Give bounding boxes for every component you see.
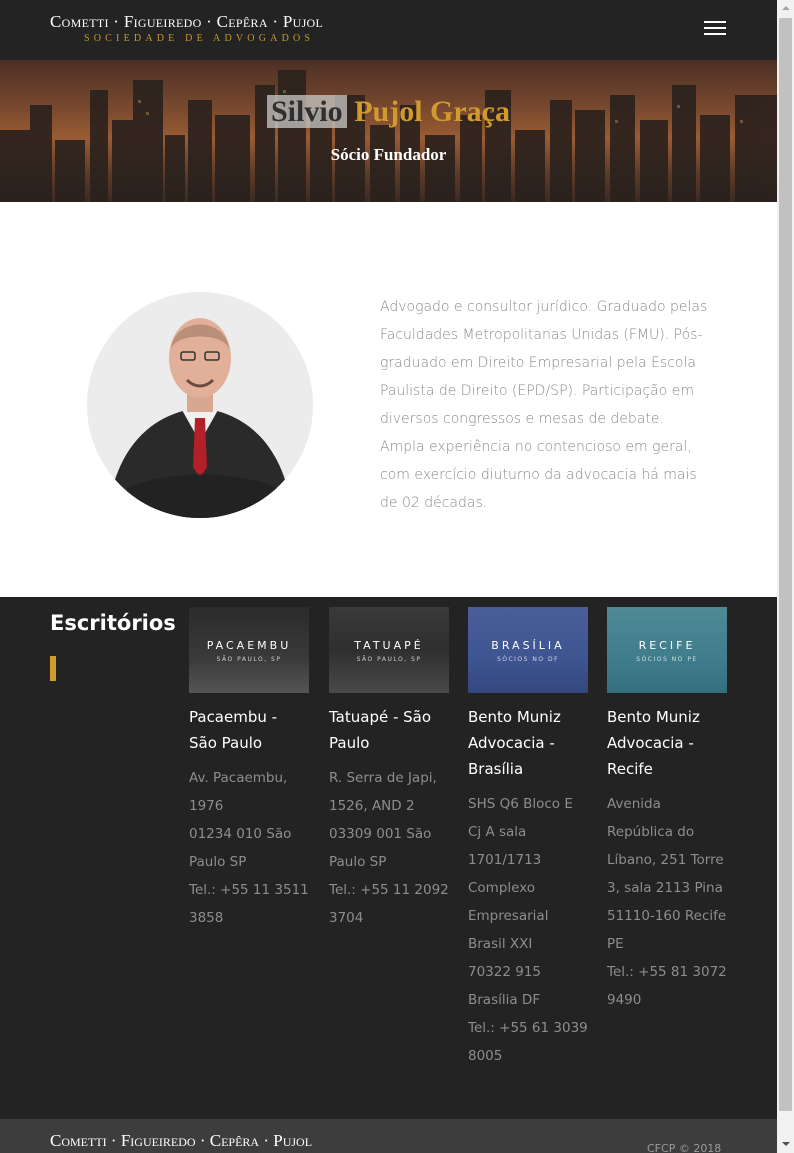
footer-logo[interactable]: Cometti · Figueiredo · Cepêra · Pujol — [50, 1131, 312, 1151]
office-thumbnail[interactable]: PACAEMBU SÃO PAULO, SP — [189, 607, 309, 693]
menu-bar — [704, 33, 726, 35]
footer: Cometti · Figueiredo · Cepêra · Pujol CF… — [0, 1119, 777, 1153]
logo-tagline: Sociedade de Advogados — [84, 33, 315, 44]
profile-first-name: Silvio — [266, 95, 347, 128]
thumbnail-subtitle: SÃO PAULO, SP — [356, 656, 422, 663]
office-card: TATUAPÉ SÃO PAULO, SP Tatuapé - São Paul… — [329, 607, 449, 932]
profile-section: Advogado e consultor jurídico. Graduado … — [0, 202, 777, 597]
profile-last-name: Pujol Graça — [354, 95, 510, 128]
offices-section: Escritórios PACAEMBU SÃO PAULO, SP Pacae… — [0, 597, 777, 1119]
profile-photo — [87, 292, 313, 518]
office-thumbnail[interactable]: BRASÍLIA SÓCIOS NO DF — [468, 607, 588, 693]
thumbnail-subtitle: SÓCIOS NO DF — [496, 656, 560, 663]
office-address: Avenida República do Líbano, 251 Torre 3… — [607, 796, 727, 1008]
office-thumbnail[interactable]: RECIFE SÓCIOS NO PE — [607, 607, 727, 693]
office-address: SHS Q6 Bloco E Cj A sala 1701/1713 Compl… — [468, 796, 588, 1064]
office-card: BRASÍLIA SÓCIOS NO DF Bento Muniz Advoca… — [468, 607, 588, 1070]
page: Cometti · Figueiredo · Cepêra · Pujol So… — [0, 0, 777, 1153]
scroll-down-arrow-icon[interactable] — [777, 1136, 794, 1153]
thumbnail-city: PACAEMBU — [206, 639, 292, 652]
scrollbar-thumb[interactable] — [779, 18, 792, 1111]
city-skyline-image — [0, 70, 777, 202]
office-name[interactable]: Tatuapé - São Paulo — [329, 704, 449, 756]
site-logo[interactable]: Cometti · Figueiredo · Cepêra · Pujol So… — [50, 12, 323, 44]
office-address: Av. Pacaembu, 1976 01234 010 São Paulo S… — [189, 770, 309, 926]
office-name[interactable]: Bento Muniz Advocacia - Recife — [607, 704, 727, 782]
thumbnail-subtitle: SÓCIOS NO PE — [636, 656, 698, 663]
offices-heading: Escritórios — [50, 611, 176, 635]
top-navbar: Cometti · Figueiredo · Cepêra · Pujol So… — [0, 0, 777, 60]
menu-bar — [704, 21, 726, 23]
profile-bio: Advogado e consultor jurídico. Graduado … — [380, 299, 708, 511]
profile-role: Sócio Fundador — [330, 145, 447, 164]
footer-copyright: CFCP © 2018 — [647, 1142, 722, 1153]
hamburger-menu-icon[interactable] — [700, 17, 730, 41]
thumbnail-city: TATUAPÉ — [354, 639, 424, 652]
office-name[interactable]: Pacaembu - São Paulo — [189, 704, 309, 756]
profile-name: Silvio Pujol Graça — [0, 95, 777, 129]
thumbnail-city: RECIFE — [638, 639, 696, 652]
vertical-scrollbar[interactable] — [777, 0, 794, 1153]
office-card: RECIFE SÓCIOS NO PE Bento Muniz Advocaci… — [607, 607, 727, 1014]
menu-bar — [704, 27, 726, 29]
office-name[interactable]: Bento Muniz Advocacia - Brasília — [468, 704, 588, 782]
thumbnail-city: BRASÍLIA — [491, 639, 565, 652]
hero-banner: Silvio Pujol Graça Sócio Fundador — [0, 60, 777, 202]
scroll-up-arrow-icon[interactable] — [777, 0, 794, 17]
office-thumbnail[interactable]: TATUAPÉ SÃO PAULO, SP — [329, 607, 449, 693]
office-card: PACAEMBU SÃO PAULO, SP Pacaembu - São Pa… — [189, 607, 309, 932]
thumbnail-subtitle: SÃO PAULO, SP — [216, 656, 282, 663]
person-portrait-image — [87, 292, 313, 518]
office-address: R. Serra de Japi, 1526, AND 2 03309 001 … — [329, 770, 449, 926]
heading-accent-bar — [50, 656, 56, 681]
logo-firm-name: Cometti · Figueiredo · Cepêra · Pujol — [50, 12, 324, 31]
